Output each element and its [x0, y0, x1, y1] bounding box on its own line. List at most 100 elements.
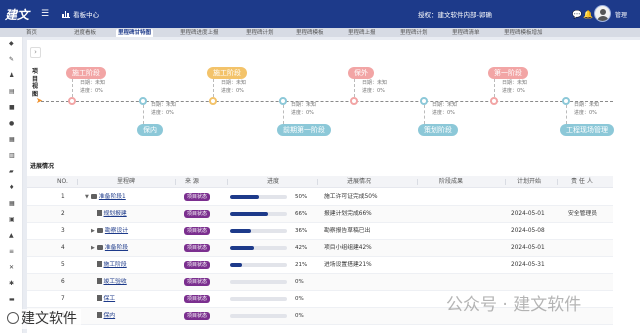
- sidebar-drop-icon[interactable]: ♦: [9, 185, 14, 191]
- sidebar-user-icon[interactable]: ●: [9, 121, 14, 127]
- owner-name: 安全管理员: [568, 211, 597, 217]
- timeline-node[interactable]: [420, 97, 428, 105]
- progress-bar: [230, 263, 287, 267]
- tab-milestone-template[interactable]: 里程碑模板: [294, 29, 326, 37]
- table-row[interactable]: 5 施工阶段 项目状态 21% 进场设置搭建21% 2024-05-31: [27, 257, 613, 274]
- timeline-node[interactable]: [68, 97, 76, 105]
- milestone-link[interactable]: 保工: [104, 296, 116, 302]
- tab-milestone-plan-2[interactable]: 里程碑计划: [398, 29, 430, 37]
- timeline-node[interactable]: [139, 97, 147, 105]
- timeline-date: 日期：未知: [291, 102, 317, 108]
- progress-fill: [230, 263, 242, 267]
- document-icon: [97, 261, 102, 267]
- row-number: 5: [61, 262, 65, 268]
- timeline-date: 日期：未知: [432, 102, 458, 108]
- milestone-link[interactable]: 保内: [104, 313, 116, 319]
- timeline-progress: 进度：0%: [362, 87, 385, 94]
- timeline-node[interactable]: [279, 97, 287, 105]
- milestone-link[interactable]: 竣工验收: [104, 279, 127, 285]
- table-row[interactable]: 6 竣工验收 项目状态 0%: [27, 274, 613, 291]
- user-name[interactable]: 管理: [615, 10, 627, 19]
- timeline-tag[interactable]: 保外: [348, 67, 374, 79]
- watermark-left: 建文软件: [3, 309, 81, 329]
- sidebar-list-icon[interactable]: ▥: [9, 153, 15, 159]
- sidebar-tools-icon[interactable]: ✎: [9, 57, 14, 63]
- source-badge: 项目状态: [184, 261, 211, 269]
- avatar[interactable]: [594, 5, 611, 22]
- sidebar-chart-icon[interactable]: ▲: [9, 233, 14, 239]
- collapse-row-icon[interactable]: ▼: [85, 194, 89, 200]
- milestone-link[interactable]: 准备阶段1: [99, 194, 126, 200]
- progress-percent: 42%: [295, 245, 308, 251]
- sidebar-close-icon[interactable]: ✕: [9, 265, 14, 271]
- timeline-info: 日期：未知 进度：0%: [221, 80, 246, 95]
- row-number: 1: [61, 194, 65, 200]
- sidebar-dashboard-icon[interactable]: ◆: [9, 41, 14, 47]
- timeline-date: 日期：未知: [362, 80, 388, 86]
- timeline-tag[interactable]: 工程现场管理: [560, 124, 614, 136]
- timeline-tag[interactable]: 施工阶段: [66, 67, 106, 79]
- expand-row-icon[interactable]: ▶: [91, 245, 95, 251]
- bell-icon[interactable]: 🔔: [583, 10, 593, 19]
- tab-home[interactable]: 首页: [24, 29, 39, 37]
- row-number: 2: [61, 211, 65, 217]
- plan-start-date: 2024-05-31: [511, 262, 545, 268]
- sidebar-stack-icon[interactable]: ≡: [9, 249, 14, 255]
- timeline-node[interactable]: [209, 97, 217, 105]
- nav-title[interactable]: 看板中心: [73, 9, 99, 19]
- tab-milestone-template-add[interactable]: 里程碑模板增加: [502, 29, 545, 37]
- progress-percent: 66%: [295, 211, 308, 217]
- table-row[interactable]: 2 规划报建 项目状态 66% 报建计划完成66% 2024-05-01 安全管理员: [27, 206, 613, 223]
- timeline-tag[interactable]: 第一阶段: [488, 67, 528, 79]
- sidebar-doc-icon[interactable]: ▤: [9, 89, 15, 95]
- milestone-link[interactable]: 施工阶段: [104, 262, 127, 268]
- col-progress: 进度: [267, 178, 280, 185]
- timeline-tag[interactable]: 保内: [137, 124, 163, 136]
- milestone-link[interactable]: 规划报建: [104, 211, 127, 217]
- sidebar-card-icon[interactable]: ▬: [9, 297, 15, 303]
- sidebar-folder-icon[interactable]: ▰: [9, 169, 14, 175]
- table-row[interactable]: 1 ▼ 准备阶段1 项目状态 50% 施工许可证完成50%: [27, 189, 613, 206]
- sidebar-lock-icon[interactable]: ■: [9, 105, 15, 111]
- col-plan-start: 计划开始: [517, 178, 542, 185]
- watermark-right: 公众号 · 建文软件: [446, 295, 582, 315]
- menu-toggle-icon[interactable]: ☰: [41, 9, 49, 19]
- chat-icon[interactable]: 💬: [572, 10, 582, 19]
- expand-row-icon[interactable]: ▶: [91, 228, 95, 234]
- timeline-tag[interactable]: 施工阶段: [207, 67, 247, 79]
- table-row[interactable]: 3 ▶ 勘察设计 项目状态 36% 勘察报告草稿已出 2024-05-08: [27, 223, 613, 240]
- sidebar-person-icon[interactable]: ♟: [9, 73, 14, 79]
- milestone-link[interactable]: 勘察设计: [105, 228, 128, 234]
- tab-milestone-gantt[interactable]: 里程碑甘特图: [116, 29, 154, 37]
- progress-fill: [230, 246, 254, 250]
- timeline-tag[interactable]: 前期第一阶段: [277, 124, 331, 136]
- tab-progress-board[interactable]: 进度看板: [72, 29, 98, 37]
- timeline-node[interactable]: [350, 97, 358, 105]
- timeline-tag[interactable]: 策划阶段: [418, 124, 458, 136]
- table-row[interactable]: 4 ▶ 准备阶段 项目状态 42% 项目小组组建42% 2024-05-01: [27, 240, 613, 257]
- sidebar-calendar-icon[interactable]: ▦: [9, 137, 15, 143]
- timeline-progress: 进度：0%: [80, 87, 103, 94]
- source-badge: 项目状态: [184, 193, 211, 201]
- tab-milestone-progress-report[interactable]: 里程碑进度上报: [178, 29, 221, 37]
- tab-milestone-list[interactable]: 里程碑清单: [450, 29, 482, 37]
- timeline-node[interactable]: [490, 97, 498, 105]
- timeline-node[interactable]: [562, 97, 570, 105]
- tab-milestone-plan[interactable]: 里程碑计划: [244, 29, 276, 37]
- app-logo[interactable]: 建文: [5, 6, 33, 23]
- progress-bar: [230, 229, 287, 233]
- timeline-date: 日期：未知: [574, 102, 600, 108]
- milestone-name-cell: ▶ 勘察设计: [91, 223, 128, 239]
- timeline-stem: [354, 79, 355, 97]
- progress-fill: [230, 195, 259, 199]
- progress-percent: 0%: [295, 296, 304, 302]
- progress-bar: [230, 280, 287, 284]
- milestone-link[interactable]: 准备阶段: [105, 245, 128, 251]
- row-number: 3: [61, 228, 65, 234]
- sidebar-settings-icon[interactable]: ✱: [9, 281, 14, 287]
- sidebar-file-icon[interactable]: ▣: [9, 217, 15, 223]
- milestone-name-cell: ▼ 准备阶段1: [85, 189, 126, 205]
- collapse-chevron-icon[interactable]: ›: [30, 47, 41, 58]
- sidebar-table-icon[interactable]: ▦: [9, 201, 15, 207]
- tab-milestone-report[interactable]: 里程碑上报: [346, 29, 378, 37]
